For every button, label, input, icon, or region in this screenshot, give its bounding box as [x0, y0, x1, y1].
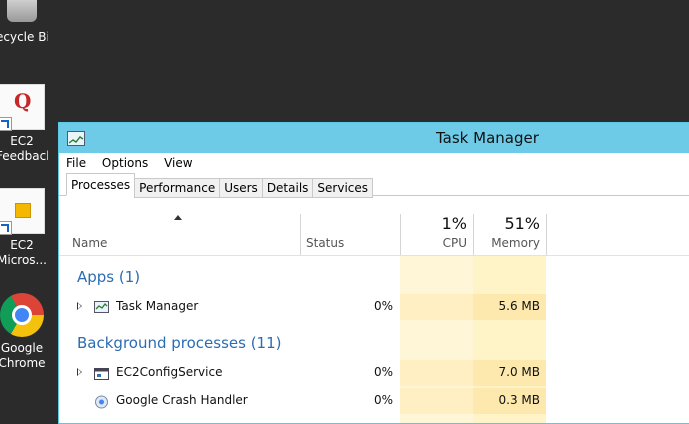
package-box-icon	[0, 188, 45, 235]
process-memory: 5.6 MB	[498, 299, 540, 313]
cpu-cell-bg	[400, 388, 473, 414]
column-divider[interactable]	[473, 214, 474, 256]
cpu-total-percent: 1%	[441, 214, 467, 233]
process-memory: 7.0 MB	[498, 365, 540, 379]
cpu-cell-bg	[400, 294, 473, 320]
process-row-task-manager[interactable]: Task Manager 0% 5.6 MB	[59, 294, 546, 320]
process-memory: 0.3 MB	[498, 393, 540, 407]
expand-chevron-icon[interactable]	[77, 302, 82, 310]
menu-bar: File Options View	[59, 153, 689, 173]
tab-users[interactable]: Users	[219, 178, 263, 198]
shortcut-arrow-icon	[0, 221, 12, 235]
sort-ascending-icon[interactable]	[174, 215, 182, 220]
chrome-label-1: Google	[0, 341, 44, 355]
process-row-google-crash-handler[interactable]: Google Crash Handler 0% 0.3 MB	[59, 388, 546, 414]
desktop-icon-recycle-bin[interactable]: ecycle Bin	[0, 0, 48, 45]
column-divider[interactable]	[400, 214, 401, 256]
column-header-status[interactable]: Status	[306, 236, 344, 250]
column-divider[interactable]	[300, 214, 301, 256]
process-row-ec2configservice[interactable]: EC2ConfigService 0% 7.0 MB	[59, 360, 546, 386]
ec2-micros-label-2: Micros...	[0, 253, 47, 267]
process-cpu: 0%	[373, 365, 393, 379]
process-name: Task Manager	[116, 299, 199, 313]
ec2-feedback-label-2: Feedback	[0, 149, 48, 163]
chrome-label-2: Chrome	[0, 356, 46, 370]
recycle-bin-label: ecycle Bin	[0, 30, 48, 44]
memory-total-percent: 51%	[504, 214, 540, 233]
chrome-icon	[0, 293, 44, 337]
tab-processes[interactable]: Processes	[66, 173, 136, 196]
menu-file[interactable]: File	[66, 153, 86, 173]
recycle-bin-icon	[7, 0, 37, 22]
menu-options[interactable]: Options	[102, 153, 148, 173]
shortcut-arrow-icon	[0, 117, 12, 131]
google-update-icon	[94, 394, 109, 409]
ec2-micros-label-1: EC2	[10, 238, 34, 252]
header-divider	[59, 255, 689, 256]
expand-chevron-icon[interactable]	[77, 368, 82, 376]
tab-services[interactable]: Services	[312, 178, 374, 198]
process-grid: Name Status 1% CPU 51% Memory Apps (1) T…	[59, 196, 689, 423]
column-header-name[interactable]: Name	[72, 236, 107, 250]
cpu-cell-bg	[400, 360, 473, 386]
tab-performance[interactable]: Performance	[134, 178, 221, 198]
service-window-icon	[94, 366, 109, 380]
task-manager-icon	[67, 131, 85, 146]
process-cpu: 0%	[373, 393, 393, 407]
task-manager-window: Task Manager File Options View Processes…	[58, 122, 689, 424]
process-name: EC2ConfigService	[116, 365, 223, 379]
column-header-cpu[interactable]: CPU	[443, 236, 467, 250]
tab-strip: Processes Performance Users Details Services	[59, 173, 689, 198]
menu-view[interactable]: View	[164, 153, 192, 173]
group-heading-apps: Apps (1)	[77, 268, 141, 286]
desktop-icon-ec2-feedback[interactable]: Q EC2 Feedback	[0, 84, 48, 164]
column-divider[interactable]	[546, 214, 547, 256]
feedback-app-icon: Q	[0, 84, 45, 131]
process-cpu: 0%	[373, 299, 393, 313]
task-manager-icon	[94, 300, 109, 314]
desktop-icon-google-chrome[interactable]: Google Chrome	[0, 293, 48, 371]
window-title: Task Manager	[436, 129, 539, 147]
desktop-icon-ec2-microsoft[interactable]: EC2 Micros...	[0, 188, 48, 268]
group-heading-background: Background processes (11)	[77, 334, 282, 352]
ec2-feedback-label-1: EC2	[10, 134, 34, 148]
title-bar[interactable]: Task Manager	[59, 123, 689, 153]
tab-details[interactable]: Details	[261, 178, 314, 198]
process-name: Google Crash Handler	[116, 393, 248, 407]
column-header-memory[interactable]: Memory	[491, 236, 540, 250]
